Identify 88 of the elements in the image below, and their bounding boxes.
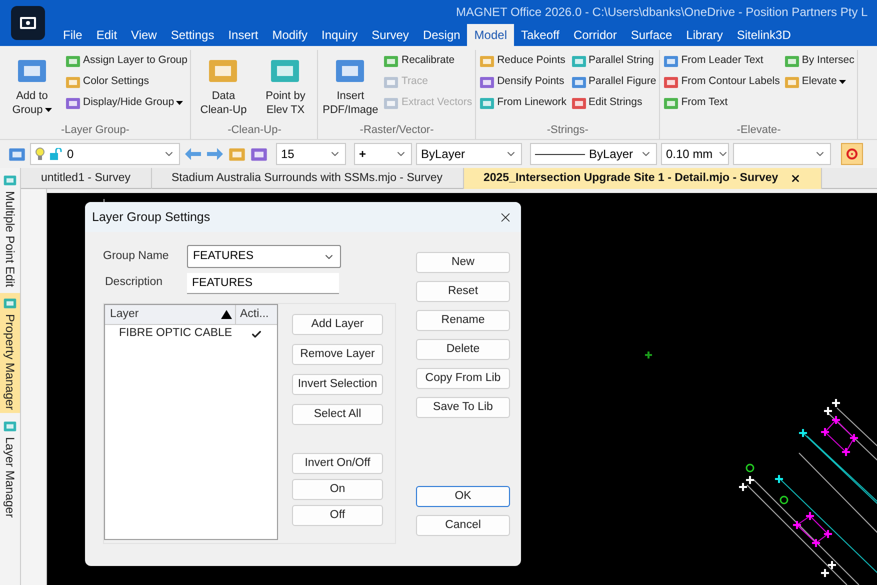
ribbon-button[interactable]: Recalibrate [383, 50, 472, 71]
list-action-button[interactable]: Off [292, 505, 383, 526]
ribbon-button[interactable]: Reduce Points [479, 50, 567, 71]
menu-tab[interactable]: Survey [364, 24, 416, 46]
layer-name-cell[interactable]: FIBRE OPTIC CABLE [105, 325, 236, 343]
ribbon-button[interactable]: From Leader Text [663, 50, 780, 71]
color-dropdown[interactable]: ByLayer [416, 143, 522, 165]
ribbon-button[interactable]: Parallel String [570, 50, 656, 71]
tool-icon [3, 296, 17, 310]
text-size-dropdown[interactable]: 15 [276, 143, 346, 165]
ribbon-button[interactable]: Parallel Figure [570, 71, 656, 92]
ribbon-group-label: -Layer Group- [60, 123, 130, 138]
dialog-button[interactable]: New [416, 252, 510, 273]
sort-ascending-icon [221, 310, 232, 319]
field-label: Description [104, 275, 164, 290]
ribbon-button[interactable]: Point by Elev TX [256, 50, 314, 117]
menu-tab[interactable]: Surface [624, 24, 680, 46]
dialog-button[interactable]: Reset [416, 281, 510, 302]
list-action-button[interactable]: Invert On/Off [292, 453, 383, 474]
list-action-button[interactable]: Select All [292, 404, 383, 425]
dialog-button[interactable]: Copy From Lib [416, 368, 510, 389]
menu-tab[interactable]: Model [467, 24, 514, 46]
dialog-button[interactable]: Save To Lib [416, 397, 510, 418]
menu-tab[interactable]: Design [416, 24, 468, 46]
ribbon-group-label: -Clean-Up- [226, 123, 282, 138]
close-icon[interactable] [790, 173, 802, 184]
menu-tab[interactable]: Library [679, 24, 730, 46]
arrow-right-icon[interactable] [206, 147, 224, 161]
ribbon-group-label: -Elevate- [736, 123, 782, 138]
caret-icon [838, 80, 846, 84]
ribbon-button[interactable]: By Intersec [784, 50, 854, 71]
ribbon-button[interactable]: From Linework [479, 92, 567, 113]
dialog-title: Layer Group Settings [92, 208, 212, 226]
ribbon-group-label: -Strings- [546, 123, 590, 138]
ribbon-button[interactable]: Color Settings [65, 71, 188, 92]
list-action-button[interactable]: On [292, 479, 383, 500]
menu-tab[interactable]: Sitelink3D [730, 24, 798, 46]
list-action-button[interactable]: Remove Layer [292, 344, 383, 365]
ribbon-button[interactable]: Elevate [784, 71, 854, 92]
list-action-button[interactable]: Invert Selection [292, 374, 383, 395]
layer-dropdown[interactable]: 0 [30, 143, 180, 165]
tool-icon [3, 173, 17, 187]
tool-icon [3, 419, 17, 434]
ribbon-button[interactable]: From Contour Labels [663, 71, 780, 92]
menu-tab[interactable]: Corridor [566, 24, 624, 46]
snap-button[interactable] [841, 143, 863, 165]
dialog-button[interactable]: OK [416, 486, 510, 507]
description-field[interactable]: FEATURES [187, 272, 339, 294]
lineweight-dropdown[interactable]: 0.10 mm [661, 143, 729, 165]
ribbon-group-label: -Raster/Vector- [358, 123, 435, 138]
menu-tab[interactable]: Insert [221, 24, 266, 46]
app-logo-icon[interactable] [11, 6, 45, 40]
menu-tab[interactable]: Takeoff [514, 24, 566, 46]
caret-icon [176, 100, 184, 104]
column-header[interactable]: Acti... [236, 305, 269, 324]
linetype-dropdown[interactable]: ByLayer [530, 143, 657, 165]
side-panel-tab[interactable]: Multiple Point Edit [0, 170, 20, 290]
document-tab[interactable]: 2025_Intersection Upgrade Site 1 - Detail.mjo - Survey [464, 168, 822, 189]
ribbon-button[interactable]: Densify Points [479, 71, 567, 92]
ribbon-button[interactable]: Assign Layer to Group [65, 50, 188, 71]
ribbon-button[interactable]: From Text [663, 92, 780, 113]
ribbon-button[interactable]: Data Clean-Up [194, 50, 252, 117]
window-title: MAGNET Office 2026.0 - C:\Users\dbanks\OneDrive - Position Partners Pty L [456, 4, 868, 21]
menu-tab[interactable]: View [124, 24, 164, 46]
arrow-left-icon[interactable] [184, 147, 202, 161]
menu-tab[interactable]: Modify [265, 24, 315, 46]
side-panel-tab[interactable]: Layer Manager [0, 416, 20, 521]
dialog-button[interactable]: Cancel [416, 515, 510, 536]
point-style-dropdown[interactable]: + [354, 143, 412, 165]
list-action-button[interactable]: Add Layer [292, 314, 383, 335]
dialog-button[interactable]: Delete [416, 339, 510, 360]
menu-tab[interactable]: Settings [164, 24, 222, 46]
ribbon-button[interactable]: Edit Strings [570, 92, 656, 113]
column-header[interactable]: Layer [105, 305, 236, 324]
field-label: Group Name [103, 248, 170, 264]
light-bulb-icon [35, 147, 45, 161]
dialog-button[interactable]: Rename [416, 310, 510, 331]
side-panel-tab[interactable]: Property Manager [0, 293, 20, 414]
menu-tab[interactable]: Edit [89, 24, 124, 46]
ribbon-button[interactable]: Add to Group [3, 50, 61, 117]
target-icon [846, 148, 858, 160]
group-name-dropdown[interactable]: FEATURES [187, 245, 341, 268]
unlocked-padlock-icon [49, 148, 63, 160]
ribbon-button[interactable]: Display/Hide Group [65, 92, 188, 113]
menu-tab[interactable]: File [56, 24, 90, 46]
ribbon-button[interactable]: Insert PDF/Image [321, 50, 380, 117]
caret-icon [44, 108, 52, 112]
menu-tab[interactable]: Inquiry [314, 24, 365, 46]
